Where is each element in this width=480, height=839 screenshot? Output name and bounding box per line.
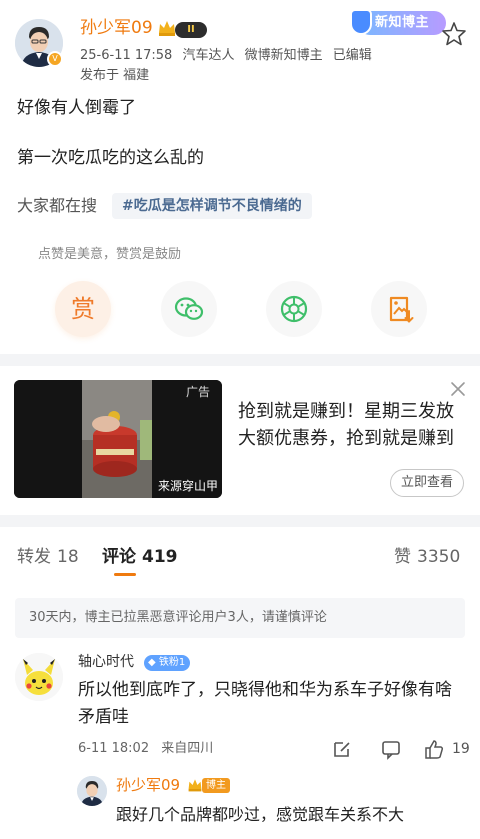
trending-topic-chip[interactable]: #吃瓜是怎样调节不良情绪的 <box>112 193 312 219</box>
comment-location: 来自四川 <box>161 741 214 756</box>
tab-comments[interactable]: 评论 419 <box>102 545 178 569</box>
post-timestamp: 25-6-11 17:58 <box>80 48 173 63</box>
trending-search-label: 大家都在搜 <box>17 196 98 215</box>
post-meta: 25-6-11 17:58 汽车达人 微博新知博主 已编辑 <box>80 47 378 65</box>
author-tag: 汽车达人 <box>182 48 235 63</box>
tab-reposts-label: 转发 <box>17 547 51 567</box>
shield-icon <box>350 9 372 35</box>
save-image-icon <box>389 296 414 323</box>
comment-icon[interactable] <box>380 738 402 760</box>
repost-count: 18 <box>57 547 79 567</box>
tab-likes-label: 赞 <box>394 547 411 567</box>
share-wechat-button[interactable] <box>161 281 217 337</box>
level-badge: II <box>175 22 207 38</box>
fan-badge-label: 铁粉1 <box>158 657 186 668</box>
comment-notice: 30天内，博主已拉黑恶意评论用户3人，请谨慎评论 <box>15 598 465 638</box>
commenter-avatar[interactable] <box>15 653 63 701</box>
save-image-button[interactable] <box>371 281 427 337</box>
ad-title[interactable]: 抢到就是赚到！星期三发放大额优惠券，抢到就是赚到 <box>238 398 468 452</box>
comment-text[interactable]: 所以他到底咋了，只晓得他和华为系车子好像有啥矛盾哇 <box>78 677 468 731</box>
author-badge: 博主 <box>202 778 230 793</box>
verified-icon: V <box>47 51 63 67</box>
ad-source: 来源穿山甲 <box>158 479 219 493</box>
comment-meta: 6-11 18:02 来自四川 <box>78 740 221 758</box>
comment-count: 419 <box>142 547 178 567</box>
thumbs-up-icon[interactable] <box>423 738 445 760</box>
section-divider <box>0 354 480 366</box>
commenter-name[interactable]: 轴心时代 <box>78 652 134 672</box>
comment-time: 6-11 18:02 <box>78 741 150 756</box>
section-divider <box>0 515 480 527</box>
edited-label: 已编辑 <box>332 48 372 63</box>
crown-icon <box>159 21 175 36</box>
tab-likes[interactable]: 赞 3350 <box>394 545 460 569</box>
reply-text[interactable]: 跟好几个品牌都吵过，感觉跟车关系不大 <box>116 803 468 827</box>
post-text-line: 第一次吃瓜吃的这么乱的 <box>17 148 204 168</box>
tab-comments-label: 评论 <box>102 547 136 567</box>
reply-avatar[interactable] <box>77 776 107 806</box>
share-moments-button[interactable] <box>266 281 322 337</box>
moments-icon <box>280 295 308 323</box>
close-icon[interactable] <box>449 380 467 398</box>
fan-badge: ◆ 铁粉1 <box>144 655 191 671</box>
reward-hint: 点赞是美意，赞赏是鼓励 <box>38 247 182 262</box>
reward-button[interactable]: 赏 <box>55 281 111 337</box>
author-name[interactable]: 孙少军09 <box>80 16 153 40</box>
comment-like-count: 19 <box>452 741 470 757</box>
author-tag: 微博新知博主 <box>244 48 323 63</box>
reply-icon[interactable] <box>331 738 353 760</box>
like-count-total: 3350 <box>417 547 461 567</box>
ad-view-button[interactable]: 立即查看 <box>390 469 464 497</box>
ad-label: 广告 <box>186 385 211 399</box>
star-icon[interactable] <box>440 20 468 48</box>
reply-author-name[interactable]: 孙少军09 <box>116 775 180 795</box>
crown-icon <box>188 779 202 792</box>
post-location: 发布于 福建 <box>80 68 150 83</box>
category-badge[interactable]: 新知博主 <box>350 6 448 40</box>
reward-icon: 赏 <box>71 295 95 323</box>
tab-reposts[interactable]: 转发 18 <box>17 545 79 569</box>
post-text-line: 好像有人倒霉了 <box>17 98 136 118</box>
active-tab-indicator <box>114 573 136 576</box>
wechat-icon <box>174 297 204 320</box>
